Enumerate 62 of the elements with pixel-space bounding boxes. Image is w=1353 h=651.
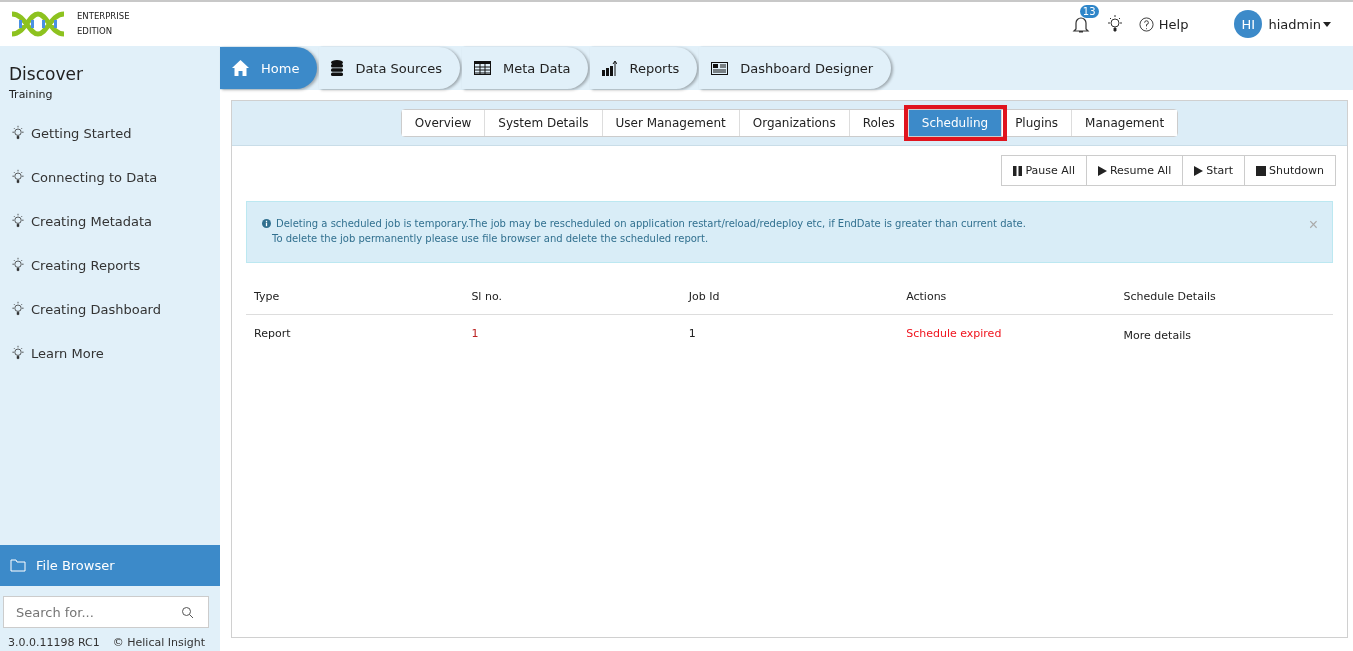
lightbulb-icon	[10, 301, 26, 317]
lightbulb-icon	[10, 257, 26, 273]
copyright-label: © Helical Insight	[112, 636, 205, 649]
table-cell: Report	[254, 327, 291, 340]
lightbulb-icon	[10, 169, 26, 185]
database-icon	[331, 60, 344, 76]
action-button[interactable]: Pause All	[1001, 155, 1087, 186]
sidebar-subtitle: Training	[8, 88, 54, 103]
status-text: Schedule expired	[906, 327, 1002, 340]
bell-icon[interactable]	[1070, 14, 1091, 34]
lightbulb-icon	[10, 345, 26, 361]
nav-tab[interactable]: Dashboard Designer	[699, 47, 892, 89]
file-browser-button[interactable]: File Browser	[0, 545, 220, 586]
column-header: Sl no.	[471, 290, 502, 303]
search-icon[interactable]	[181, 606, 194, 619]
caret-icon[interactable]	[1323, 21, 1331, 27]
edition-label: ENTERPRISE	[77, 10, 130, 23]
dashboard-icon	[711, 61, 729, 75]
sidebar-item[interactable]: Creating Dashboard	[31, 301, 161, 317]
nav-tab[interactable]: Meta Data	[462, 47, 589, 89]
action-button[interactable]: Resume All	[1085, 155, 1184, 186]
details-link[interactable]: More details	[1123, 329, 1191, 342]
pause-icon	[1013, 165, 1023, 176]
user-menu[interactable]: hiadmin	[1268, 16, 1321, 32]
sidebar-item[interactable]: Getting Started	[31, 125, 132, 141]
nav-tab[interactable]: Home	[220, 47, 318, 89]
sidebar-item[interactable]: Creating Metadata	[31, 213, 152, 229]
info-icon	[262, 219, 271, 228]
column-header: Schedule Details	[1123, 290, 1216, 303]
logo-icon	[9, 10, 67, 38]
search-field[interactable]: Search for...	[3, 596, 209, 628]
help-icon[interactable]	[1138, 16, 1154, 32]
help-link[interactable]: Help	[1158, 16, 1189, 32]
sidebar-title: Discover	[8, 63, 84, 86]
stop-icon	[1256, 165, 1267, 176]
user-avatar[interactable]: HI	[1234, 10, 1263, 38]
play-icon	[1194, 165, 1204, 176]
play-icon	[1097, 165, 1107, 176]
table-icon	[474, 61, 491, 75]
alert-text: To delete the job permanently please use file browser and delete the scheduled report.	[272, 233, 709, 244]
edition-label: EDITION	[77, 25, 114, 38]
nav-tab[interactable]: Data Sources	[319, 47, 460, 89]
sidebar-item[interactable]: Learn More	[31, 345, 104, 361]
bar-chart-icon	[602, 60, 618, 76]
column-header: Actions	[906, 290, 947, 303]
column-header: Type	[254, 290, 280, 303]
action-button[interactable]: Shutdown	[1244, 155, 1336, 186]
version-label: 3.0.0.11198 RC1	[8, 636, 100, 649]
table-cell: 1	[471, 327, 479, 340]
lightbulb-icon	[10, 125, 26, 141]
sidebar-item[interactable]: Connecting to Data	[31, 169, 158, 185]
action-button[interactable]: Start	[1182, 155, 1246, 186]
notification-badge: 13	[1079, 5, 1099, 18]
nav-tab[interactable]: Reports	[590, 47, 698, 89]
alert-text: Deleting a scheduled job is temporary.The job may be rescheduled on application restart/reload/redeploy etc, if EndDate is greater than current date.	[276, 217, 1026, 231]
sidebar-item[interactable]: Creating Reports	[31, 257, 141, 273]
home-icon	[232, 60, 249, 76]
folder-icon	[10, 559, 26, 572]
table-cell: 1	[688, 327, 696, 340]
lightbulb-icon	[10, 213, 26, 229]
column-header: Job Id	[688, 290, 720, 303]
tab[interactable]: Overview	[401, 110, 486, 136]
